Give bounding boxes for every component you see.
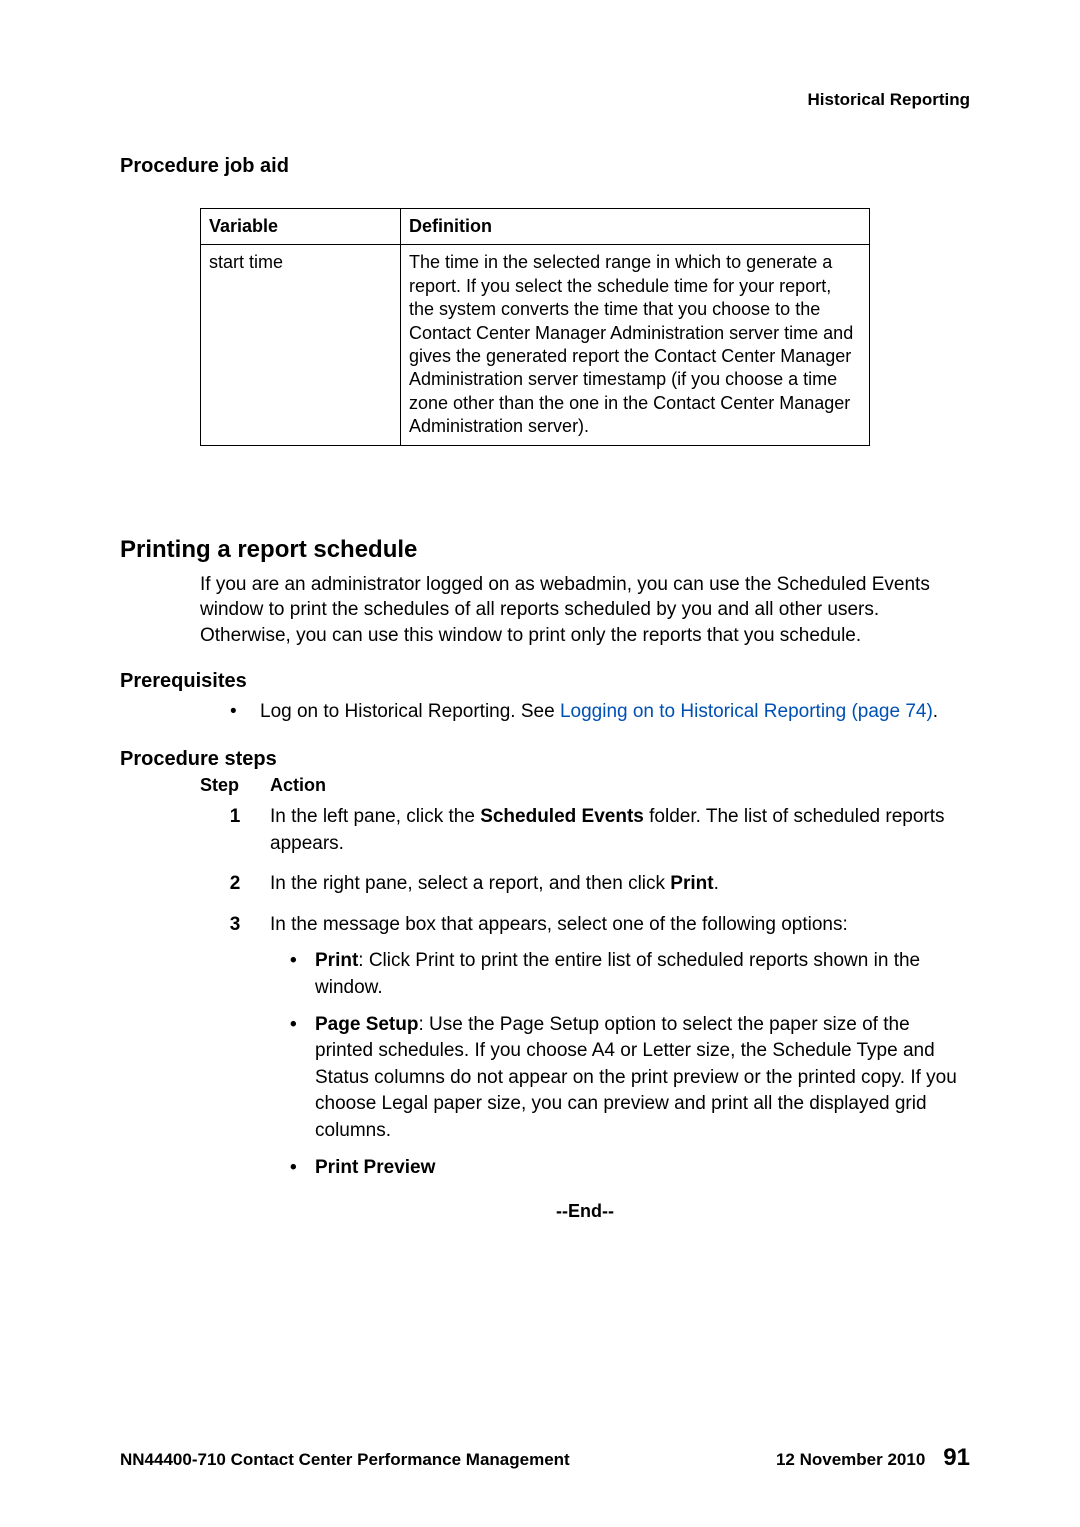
step-number: 3 xyxy=(200,912,270,1181)
prereq-text-a: Log on to Historical Reporting. See xyxy=(260,701,560,722)
footer-right: 12 November 2010 91 xyxy=(776,1444,970,1472)
option-text: Print Preview xyxy=(315,1155,970,1182)
table-head-definition: Definition xyxy=(401,209,870,245)
option-text: Print: Click Print to print the entire l… xyxy=(315,948,970,1001)
step-number: 1 xyxy=(200,804,270,857)
bullet-icon: • xyxy=(290,1155,315,1182)
section-title: Printing a report schedule xyxy=(120,536,970,564)
step-row-3: 3 In the message box that appears, selec… xyxy=(200,912,970,1181)
variable-table: Variable Definition start time The time … xyxy=(200,208,870,446)
opt-pagesetup-bold: Page Setup xyxy=(315,1014,418,1035)
prerequisite-item: • Log on to Historical Reporting. See Lo… xyxy=(230,699,970,726)
step2-text-b: . xyxy=(714,873,719,894)
bullet-icon: • xyxy=(290,948,315,1001)
step-row-1: 1 In the left pane, click the Scheduled … xyxy=(200,804,970,857)
step-body: In the right pane, select a report, and … xyxy=(270,871,970,898)
opt-print-text: : Click Print to print the entire list o… xyxy=(315,950,920,998)
table-head-variable: Variable xyxy=(201,209,401,245)
step3-text: In the message box that appears, select … xyxy=(270,912,970,939)
step-body: In the message box that appears, select … xyxy=(270,912,970,1181)
footer-doc-id: NN44400-710 Contact Center Performance M… xyxy=(120,1450,570,1470)
footer-date: 12 November 2010 xyxy=(776,1450,925,1470)
prerequisites-heading: Prerequisites xyxy=(120,670,970,693)
opt-print-bold: Print xyxy=(315,950,358,971)
table-cell-definition: The time in the selected range in which … xyxy=(401,245,870,445)
prereq-period: . xyxy=(933,701,938,722)
step-body: In the left pane, click the Scheduled Ev… xyxy=(270,804,970,857)
prerequisite-text: Log on to Historical Reporting. See Logg… xyxy=(260,699,938,726)
page-footer: NN44400-710 Contact Center Performance M… xyxy=(120,1444,970,1472)
footer-page-number: 91 xyxy=(943,1444,970,1472)
step-header-action: Action xyxy=(270,775,326,796)
step-number: 2 xyxy=(200,871,270,898)
section-intro: If you are an administrator logged on as… xyxy=(200,572,970,649)
procedure-steps-heading: Procedure steps xyxy=(120,748,970,771)
end-marker: --End-- xyxy=(200,1201,970,1222)
step-header-row: Step Action xyxy=(200,775,970,796)
step3-option-page-setup: • Page Setup: Use the Page Setup option … xyxy=(290,1012,970,1145)
step2-text-a: In the right pane, select a report, and … xyxy=(270,873,670,894)
step3-option-print-preview: • Print Preview xyxy=(290,1155,970,1182)
step3-option-print: • Print: Click Print to print the entire… xyxy=(290,948,970,1001)
jobaid-heading: Procedure job aid xyxy=(120,155,970,178)
table-cell-variable: start time xyxy=(201,245,401,445)
step2-bold: Print xyxy=(670,873,713,894)
prereq-link[interactable]: Logging on to Historical Reporting (page… xyxy=(560,701,933,722)
header-category: Historical Reporting xyxy=(120,90,970,110)
step1-text-a: In the left pane, click the xyxy=(270,806,480,827)
bullet-icon: • xyxy=(290,1012,315,1145)
step-header-step: Step xyxy=(200,775,270,796)
table-row: start time The time in the selected rang… xyxy=(201,245,870,445)
bullet-icon: • xyxy=(230,699,260,726)
step1-bold: Scheduled Events xyxy=(480,806,644,827)
step-row-2: 2 In the right pane, select a report, an… xyxy=(200,871,970,898)
opt-preview-bold: Print Preview xyxy=(315,1157,435,1178)
option-text: Page Setup: Use the Page Setup option to… xyxy=(315,1012,970,1145)
